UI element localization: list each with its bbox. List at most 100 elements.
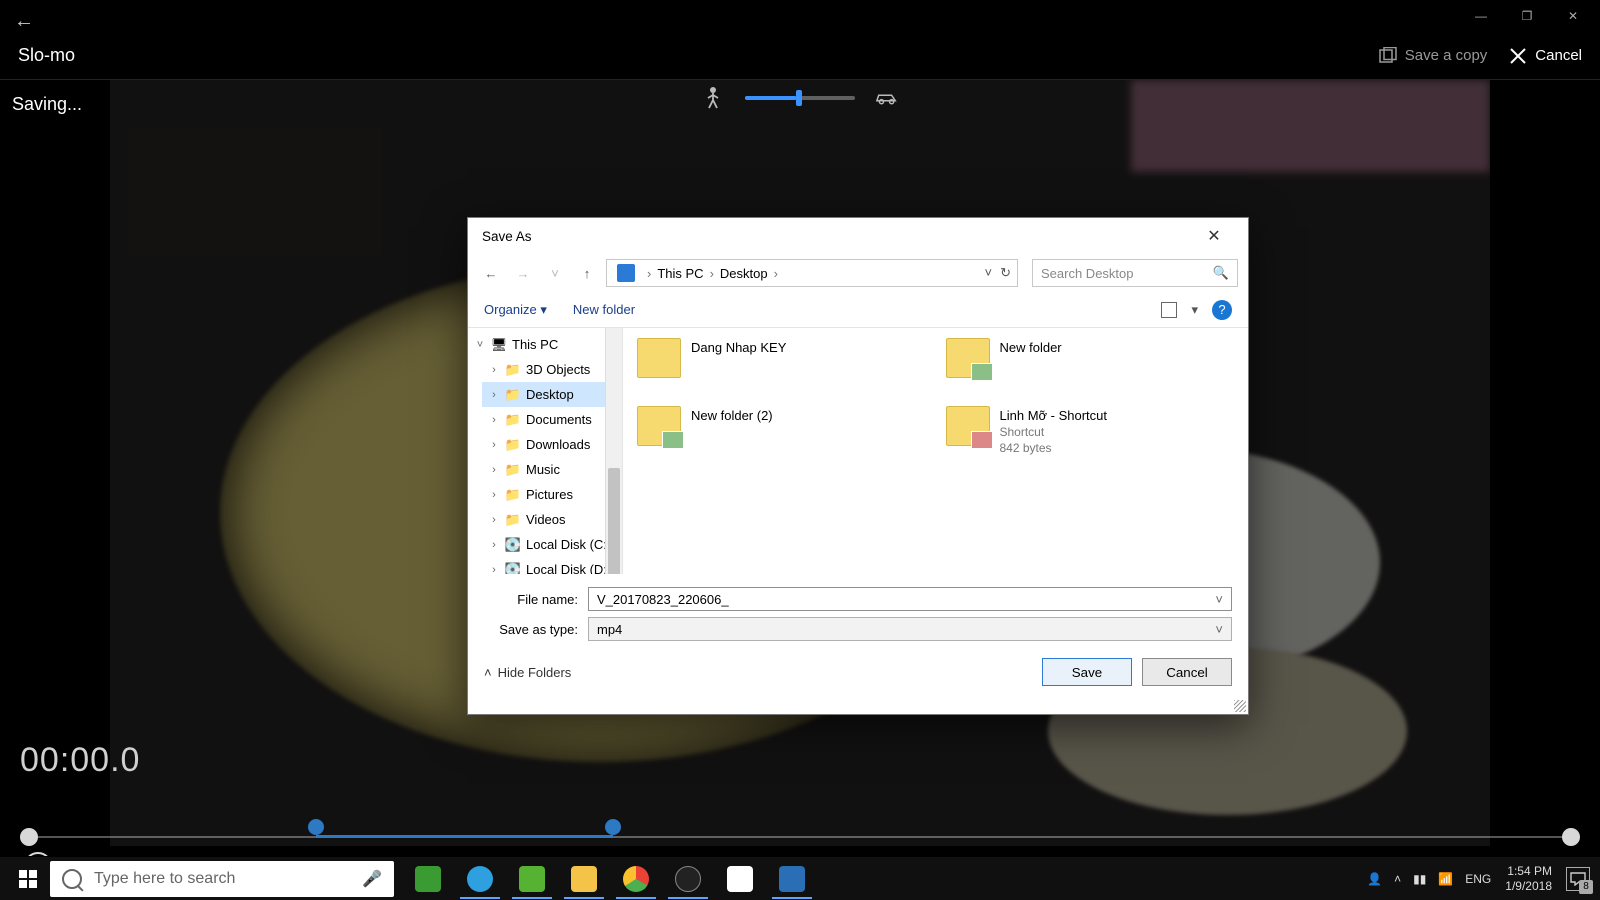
file-size: 842 bytes: [1000, 441, 1108, 455]
folder-icon: 📁: [504, 438, 522, 452]
notification-icon[interactable]: 8: [1566, 867, 1590, 891]
battery-icon[interactable]: ▮▮: [1413, 872, 1426, 886]
taskbar-date: 1/9/2018: [1505, 879, 1552, 894]
pc-icon: [617, 264, 635, 282]
tree-item[interactable]: Downloads: [526, 437, 590, 452]
people-icon[interactable]: 👤: [1367, 872, 1382, 886]
taskbar-clock[interactable]: 1:54 PM 1/9/2018: [1505, 864, 1552, 894]
cancel-button[interactable]: Cancel: [1509, 47, 1582, 65]
chevron-down-icon[interactable]: ˅: [1215, 622, 1223, 637]
save-copy-icon: [1379, 47, 1397, 65]
hide-folders-toggle[interactable]: ˄ Hide Folders: [484, 665, 571, 680]
chevron-right-icon[interactable]: ›: [488, 464, 500, 476]
dialog-close-icon[interactable]: ✕: [1194, 226, 1234, 246]
chevron-right-icon[interactable]: ›: [488, 489, 500, 501]
chevron-down-icon[interactable]: ˅: [1215, 592, 1223, 607]
breadcrumb-leaf[interactable]: Desktop: [720, 266, 768, 281]
speed-knob[interactable]: [796, 90, 802, 106]
taskbar-app-green[interactable]: [508, 859, 556, 899]
search-placeholder: Search Desktop: [1041, 266, 1134, 281]
tree-item[interactable]: Local Disk (D:): [526, 562, 611, 574]
file-name: Linh Mỡ - Shortcut: [1000, 408, 1108, 423]
cortana-icon: [62, 869, 82, 889]
search-input[interactable]: Search Desktop 🔍: [1032, 259, 1238, 287]
folder-icon: 📁: [504, 463, 522, 477]
language-indicator[interactable]: ENG: [1465, 872, 1491, 886]
taskbar-time: 1:54 PM: [1505, 864, 1552, 879]
address-bar[interactable]: › This PC › Desktop › ˅ ↻: [606, 259, 1018, 287]
chevron-up-icon: ˄: [484, 665, 492, 680]
filetype-label: Save as type:: [484, 622, 578, 637]
view-options-icon[interactable]: [1161, 302, 1177, 318]
taskbar-app-photos[interactable]: [768, 859, 816, 899]
resize-grip[interactable]: [1234, 700, 1246, 712]
tree-item[interactable]: 3D Objects: [526, 362, 590, 377]
window-minimize[interactable]: —: [1458, 0, 1504, 32]
file-list[interactable]: Dang Nhap KEY New folder New folder (2) …: [623, 328, 1248, 574]
list-item[interactable]: New folder: [946, 338, 1235, 400]
wifi-icon[interactable]: 📶: [1438, 872, 1453, 886]
chevron-right-icon[interactable]: ›: [488, 564, 500, 575]
filetype-select[interactable]: mp4 ˅: [588, 617, 1232, 641]
address-dropdown-icon[interactable]: ˅: [985, 265, 993, 281]
file-name: Dang Nhap KEY: [691, 340, 786, 355]
filename-label: File name:: [484, 592, 578, 607]
taskbar-app-chrome[interactable]: [612, 859, 660, 899]
tree-item[interactable]: Music: [526, 462, 560, 477]
window-close[interactable]: ✕: [1550, 0, 1596, 32]
chevron-right-icon[interactable]: ›: [488, 414, 500, 426]
organize-button[interactable]: Organize ▾: [484, 302, 547, 318]
new-folder-button[interactable]: New folder: [573, 302, 635, 318]
walker-icon: [701, 86, 725, 110]
tree-item[interactable]: Documents: [526, 412, 592, 427]
dialog-cancel-button[interactable]: Cancel: [1142, 658, 1232, 686]
folder-tree[interactable]: ˅🖥This PC ›📁3D Objects ›📁Desktop ›📁Docum…: [468, 328, 623, 574]
nav-recent-icon[interactable]: ˅: [542, 260, 568, 286]
taskbar-app-explorer[interactable]: [560, 859, 608, 899]
slomo-range[interactable]: [316, 835, 612, 838]
nav-forward-icon[interactable]: →: [510, 260, 536, 286]
folder-icon: [946, 338, 990, 378]
timeline-start-handle[interactable]: [20, 828, 38, 846]
slomo-range-start[interactable]: [308, 819, 324, 835]
list-item[interactable]: New folder (2): [637, 406, 926, 468]
start-button[interactable]: [10, 861, 46, 897]
tray-chevron-icon[interactable]: ˄: [1394, 872, 1401, 886]
list-item[interactable]: Linh Mỡ - Shortcut Shortcut 842 bytes: [946, 406, 1235, 468]
chevron-right-icon[interactable]: ›: [488, 364, 500, 376]
chevron-down-icon[interactable]: ˅: [474, 339, 486, 351]
back-icon[interactable]: ←: [14, 10, 34, 33]
chevron-right-icon[interactable]: ›: [488, 439, 500, 451]
timeline-end-handle[interactable]: [1562, 828, 1580, 846]
tree-scrollbar[interactable]: [605, 328, 622, 574]
taskbar-search[interactable]: Type here to search 🎤: [50, 861, 394, 897]
help-icon[interactable]: ?: [1212, 300, 1232, 320]
breadcrumb-root[interactable]: This PC: [657, 266, 703, 281]
save-copy-button[interactable]: Save a copy: [1379, 47, 1488, 65]
chevron-down-icon[interactable]: ▾: [1191, 302, 1198, 318]
refresh-icon[interactable]: ↻: [1000, 265, 1011, 281]
chevron-right-icon[interactable]: ›: [488, 389, 500, 401]
timeline-track[interactable]: [20, 836, 1580, 838]
taskbar-app-evernote[interactable]: [404, 859, 452, 899]
list-item[interactable]: Dang Nhap KEY: [637, 338, 926, 400]
car-icon: [875, 86, 899, 110]
chevron-right-icon[interactable]: ›: [488, 514, 500, 526]
tree-item-desktop[interactable]: Desktop: [526, 387, 574, 402]
slomo-range-end[interactable]: [605, 819, 621, 835]
window-maximize[interactable]: ❐: [1504, 0, 1550, 32]
save-button[interactable]: Save: [1042, 658, 1132, 686]
mic-icon[interactable]: 🎤: [362, 869, 382, 889]
chevron-right-icon[interactable]: ›: [488, 539, 500, 551]
taskbar-app-telegram[interactable]: [456, 859, 504, 899]
speed-slider[interactable]: [701, 86, 899, 110]
taskbar-app-settings[interactable]: [664, 859, 712, 899]
taskbar-app-store[interactable]: [716, 859, 764, 899]
nav-back-icon[interactable]: ←: [478, 260, 504, 286]
filename-input[interactable]: V_20170823_220606_ ˅: [588, 587, 1232, 611]
tree-item[interactable]: Local Disk (C:): [526, 537, 611, 552]
tree-item[interactable]: Pictures: [526, 487, 573, 502]
tree-item[interactable]: Videos: [526, 512, 566, 527]
nav-up-icon[interactable]: ↑: [574, 260, 600, 286]
tree-item-thispc[interactable]: This PC: [512, 337, 558, 352]
